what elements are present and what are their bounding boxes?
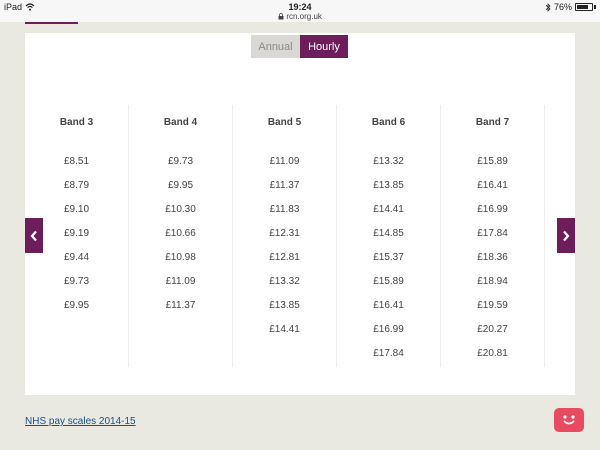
- band-value: £10.30: [165, 204, 196, 215]
- band-value: £10.98: [165, 252, 196, 263]
- band-value: £13.32: [269, 276, 300, 287]
- band-value: £11.37: [165, 300, 196, 311]
- band-column: Band 5 £11.09 £11.37 £11.83 £12.31 £12.8…: [233, 105, 337, 367]
- band-value: £17.84: [477, 228, 508, 239]
- address-bar[interactable]: rcn.org.uk: [0, 12, 600, 21]
- bluetooth-icon: [545, 2, 551, 12]
- band-values: £9.73 £9.95 £10.30 £10.66 £10.98 £11.09 …: [129, 156, 232, 324]
- nav-accent-bar: [25, 22, 78, 24]
- band-value: £11.09: [165, 276, 196, 287]
- band-values: £15.89 £16.41 £16.99 £17.84 £18.36 £18.9…: [441, 156, 544, 372]
- band-value: £16.41: [373, 300, 404, 311]
- prev-band-button[interactable]: [25, 218, 43, 253]
- band-value: £16.99: [477, 204, 508, 215]
- band-value: £20.81: [477, 348, 508, 359]
- band-value: £9.73: [63, 276, 90, 287]
- chat-bot-button[interactable]: [554, 408, 584, 432]
- band-values: £11.09 £11.37 £11.83 £12.31 £12.81 £13.3…: [233, 156, 336, 348]
- band-value: £18.94: [477, 276, 508, 287]
- band-value: £14.41: [373, 204, 404, 215]
- nhs-pay-scales-link[interactable]: NHS pay scales 2014-15: [25, 416, 136, 427]
- band-value: £9.95: [63, 300, 90, 311]
- bands-table: Band 3 £8.51 £8.79 £9.10 £9.19 £9.44 £9.…: [25, 105, 575, 367]
- band-title: Band 7: [475, 117, 510, 128]
- band-column: Band 7 £15.89 £16.41 £16.99 £17.84 £18.3…: [441, 105, 545, 367]
- band-value: £11.83: [269, 204, 300, 215]
- band-value: £14.85: [373, 228, 404, 239]
- pay-scale-card: Annual Hourly Band 3 £8.51 £8.79 £9.10 £…: [25, 33, 575, 395]
- band-value: £15.89: [373, 276, 404, 287]
- band-title: Band 4: [163, 117, 198, 128]
- status-bar: iPad 19:24 rcn.org.uk 76%: [0, 0, 600, 22]
- band-value: £15.37: [373, 252, 404, 263]
- band-value: £8.51: [63, 156, 90, 167]
- band-value: £15.89: [477, 156, 508, 167]
- band-column: Band 4 £9.73 £9.95 £10.30 £10.66 £10.98 …: [129, 105, 233, 367]
- band-value: £9.95: [167, 180, 194, 191]
- band-title: Band 6: [371, 117, 406, 128]
- band-value: £19.59: [477, 300, 508, 311]
- band-value: £18.36: [477, 252, 508, 263]
- band-value: £13.32: [373, 156, 404, 167]
- band-value: £16.99: [373, 324, 404, 335]
- band-value: £11.09: [269, 156, 300, 167]
- rate-toggle: Annual Hourly: [251, 35, 348, 58]
- band-value: £9.44: [63, 252, 90, 263]
- band-value: £12.31: [269, 228, 300, 239]
- chevron-right-icon: [563, 230, 570, 241]
- band-value: £13.85: [373, 180, 404, 191]
- band-value: £12.81: [269, 252, 300, 263]
- band-values: £13.32 £13.85 £14.41 £14.85 £15.37 £15.8…: [337, 156, 440, 372]
- battery-icon: [575, 3, 593, 11]
- lock-icon: [278, 13, 284, 20]
- band-value: £17.84: [373, 348, 404, 359]
- band-value: £14.41: [269, 324, 300, 335]
- band-value: £9.73: [167, 156, 194, 167]
- band-value: £13.85: [269, 300, 300, 311]
- url-text: rcn.org.uk: [286, 12, 322, 21]
- band-column: Band 6 £13.32 £13.85 £14.41 £14.85 £15.3…: [337, 105, 441, 367]
- hourly-tab[interactable]: Hourly: [300, 35, 348, 58]
- band-title: Band 3: [59, 117, 94, 128]
- band-value: £8.79: [63, 180, 90, 191]
- chat-bot-icon: [563, 415, 575, 425]
- band-title: Band 5: [267, 117, 302, 128]
- battery-percent: 76%: [553, 2, 572, 12]
- band-value: £20.27: [477, 324, 508, 335]
- band-value: £11.37: [269, 180, 300, 191]
- status-bar-right: 76%: [545, 2, 596, 12]
- chevron-left-icon: [30, 230, 37, 241]
- band-value: £16.41: [477, 180, 508, 191]
- annual-tab[interactable]: Annual: [251, 35, 300, 58]
- band-value: £10.66: [165, 228, 196, 239]
- status-time: 19:24: [288, 2, 312, 12]
- next-band-button[interactable]: [557, 218, 575, 253]
